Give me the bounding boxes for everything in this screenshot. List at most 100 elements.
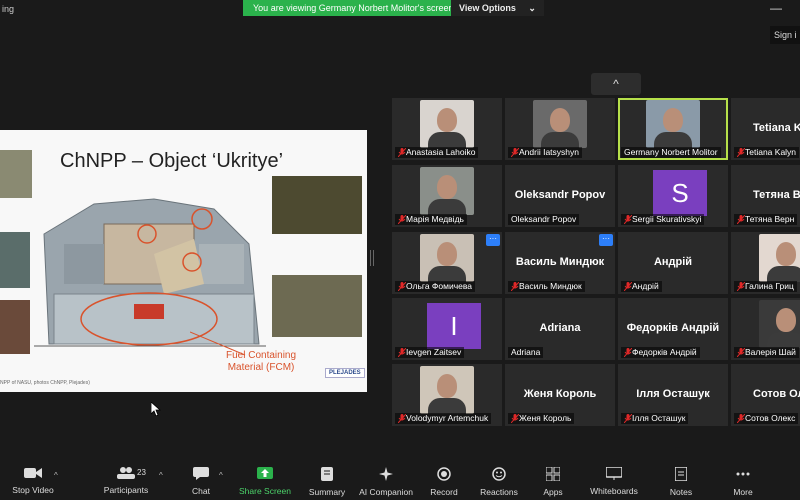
apps-button[interactable]: Apps <box>522 467 584 497</box>
muted-mic-icon <box>398 215 406 224</box>
muted-mic-icon <box>737 414 745 423</box>
share-screen-icon <box>257 467 273 479</box>
more-button[interactable]: More <box>712 467 774 497</box>
ai-companion-button[interactable]: AI Companion <box>355 467 417 497</box>
notes-button[interactable]: Notes <box>650 467 712 497</box>
reactions-button[interactable]: Reactions <box>468 467 530 497</box>
person-silhouette <box>437 374 457 398</box>
participant-video <box>759 234 800 282</box>
sparkle-icon <box>379 467 393 481</box>
person-shoulders <box>428 266 466 282</box>
participant-tile[interactable]: S Sergii Skurativskyi <box>618 165 728 227</box>
participant-name-label: Ілля Осташук <box>621 413 689 424</box>
view-options-button[interactable]: View Options ⌄ <box>451 0 544 16</box>
muted-mic-icon <box>737 348 745 357</box>
participant-tile[interactable]: Женя Король Женя Король <box>505 364 615 426</box>
more-options-icon[interactable]: ··· <box>599 234 613 246</box>
participant-tile[interactable]: Василь Миндюк ··· Василь Миндюк <box>505 232 615 294</box>
record-button[interactable]: Record <box>413 467 475 497</box>
more-label: More <box>733 487 753 497</box>
participant-tile[interactable]: Adriana Adriana <box>505 298 615 360</box>
participant-tile[interactable]: Anastasia Lahoiko <box>392 98 502 160</box>
mouse-cursor-icon <box>151 402 161 416</box>
participant-tile[interactable]: I Ievgen Zaitsev <box>392 298 502 360</box>
participant-display-name: Oleksandr Popov <box>514 189 606 201</box>
person-silhouette <box>550 108 570 132</box>
participant-display-name: Ілля Осташук <box>636 388 710 400</box>
participant-tile[interactable]: Валерія Шай <box>731 298 800 360</box>
participant-name-label: Volodymyr Artemchuk <box>395 413 492 424</box>
muted-mic-icon <box>511 282 519 291</box>
participant-tile[interactable]: Volodymyr Artemchuk <box>392 364 502 426</box>
record-icon <box>437 467 451 481</box>
participant-tile[interactable]: Tetiana Ka Tetiana Kalyn <box>731 98 800 160</box>
participant-name-label: Сотов Олекс <box>734 413 799 424</box>
participant-tile[interactable]: Федорків Андрій Федорків Андрій <box>618 298 728 360</box>
participant-tile[interactable]: Andrii Iatsyshyn <box>505 98 615 160</box>
participant-video <box>420 167 474 215</box>
person-shoulders <box>428 132 466 148</box>
participant-video <box>646 100 700 148</box>
person-silhouette <box>437 108 457 132</box>
participant-name-label: Tetiana Kalyn <box>734 147 800 158</box>
chevron-up-icon[interactable]: ^ <box>159 471 163 480</box>
slide-title: ChNPP – Object ‘Ukritye’ <box>60 150 284 172</box>
participant-tile[interactable]: Галина Гриц <box>731 232 800 294</box>
participant-tile[interactable]: Сотов Оле Сотов Олекс <box>731 364 800 426</box>
participant-name-label: Andrii Iatsyshyn <box>508 147 582 158</box>
participant-tile[interactable]: Oleksandr Popov Oleksandr Popov <box>505 165 615 227</box>
video-camera-icon <box>24 468 42 478</box>
chat-icon <box>193 467 209 480</box>
sign-in-button[interactable]: Sign i <box>770 26 800 44</box>
more-options-icon[interactable]: ··· <box>486 234 500 246</box>
fcm-label-text: Fuel Containing Material (FCM) <box>226 350 297 373</box>
participant-display-name: Tetiana Ka <box>753 122 800 134</box>
participants-icon <box>117 467 135 479</box>
participant-letter-avatar: I <box>427 303 481 349</box>
participant-tile[interactable]: ··· Ольга Фомичева <box>392 232 502 294</box>
stop-video-label: Stop Video <box>12 485 54 495</box>
participant-tile[interactable]: Андрій Андрій <box>618 232 728 294</box>
person-shoulders <box>654 132 692 148</box>
share-screen-button[interactable]: Share Screen <box>234 467 296 496</box>
plejades-logo: PLEJADES <box>325 368 365 378</box>
participant-name-label: Василь Миндюк <box>508 281 585 292</box>
participant-video <box>420 234 474 282</box>
summary-label: Summary <box>308 487 346 497</box>
splitter-handle[interactable] <box>370 250 374 266</box>
participant-display-name: Андрій <box>653 256 693 268</box>
summary-button[interactable]: Summary <box>296 467 358 497</box>
reactions-label: Reactions <box>480 487 518 497</box>
record-label: Record <box>430 487 458 497</box>
chevron-up-icon[interactable]: ^ <box>54 471 58 480</box>
person-shoulders <box>767 332 800 348</box>
participants-button[interactable]: Participants <box>95 467 157 495</box>
chat-label: Chat <box>192 486 210 496</box>
notes-icon <box>675 467 687 481</box>
participant-name-label: Валерія Шай <box>734 347 799 358</box>
share-banner-message: You are viewing Germany Norbert Molitor'… <box>243 0 453 16</box>
slide-credit: NPP of NASU, photos ChNPP, Plejades) <box>0 380 90 386</box>
view-options-label: View Options <box>459 3 516 13</box>
photo-room-damage <box>0 300 30 354</box>
app-title: ing <box>2 4 15 14</box>
participant-video <box>420 366 474 414</box>
participant-name-label: Sergii Skurativskyi <box>621 214 705 225</box>
minimize-button[interactable]: — <box>770 1 782 15</box>
emoji-icon <box>492 467 506 481</box>
participant-name-label: Марія Медвідь <box>395 214 467 225</box>
chevron-up-icon[interactable]: ^ <box>219 471 223 480</box>
collapse-gallery-button[interactable]: ^ <box>591 73 641 95</box>
participant-letter-avatar: S <box>653 170 707 216</box>
photo-interior-top <box>272 176 362 234</box>
whiteboards-button[interactable]: Whiteboards <box>583 467 645 496</box>
person-shoulders <box>541 132 579 148</box>
participant-tile[interactable]: Ілля Осташук Ілля Осташук <box>618 364 728 426</box>
person-shoulders <box>428 398 466 414</box>
participant-tile[interactable]: Тетяна Вер Тетяна Верн <box>731 165 800 227</box>
muted-mic-icon <box>511 414 519 423</box>
participant-tile[interactable]: Марія Медвідь <box>392 165 502 227</box>
participant-tile[interactable]: Germany Norbert Molitor <box>618 98 728 160</box>
person-silhouette <box>437 242 457 266</box>
participant-name-label: Тетяна Верн <box>734 214 798 225</box>
